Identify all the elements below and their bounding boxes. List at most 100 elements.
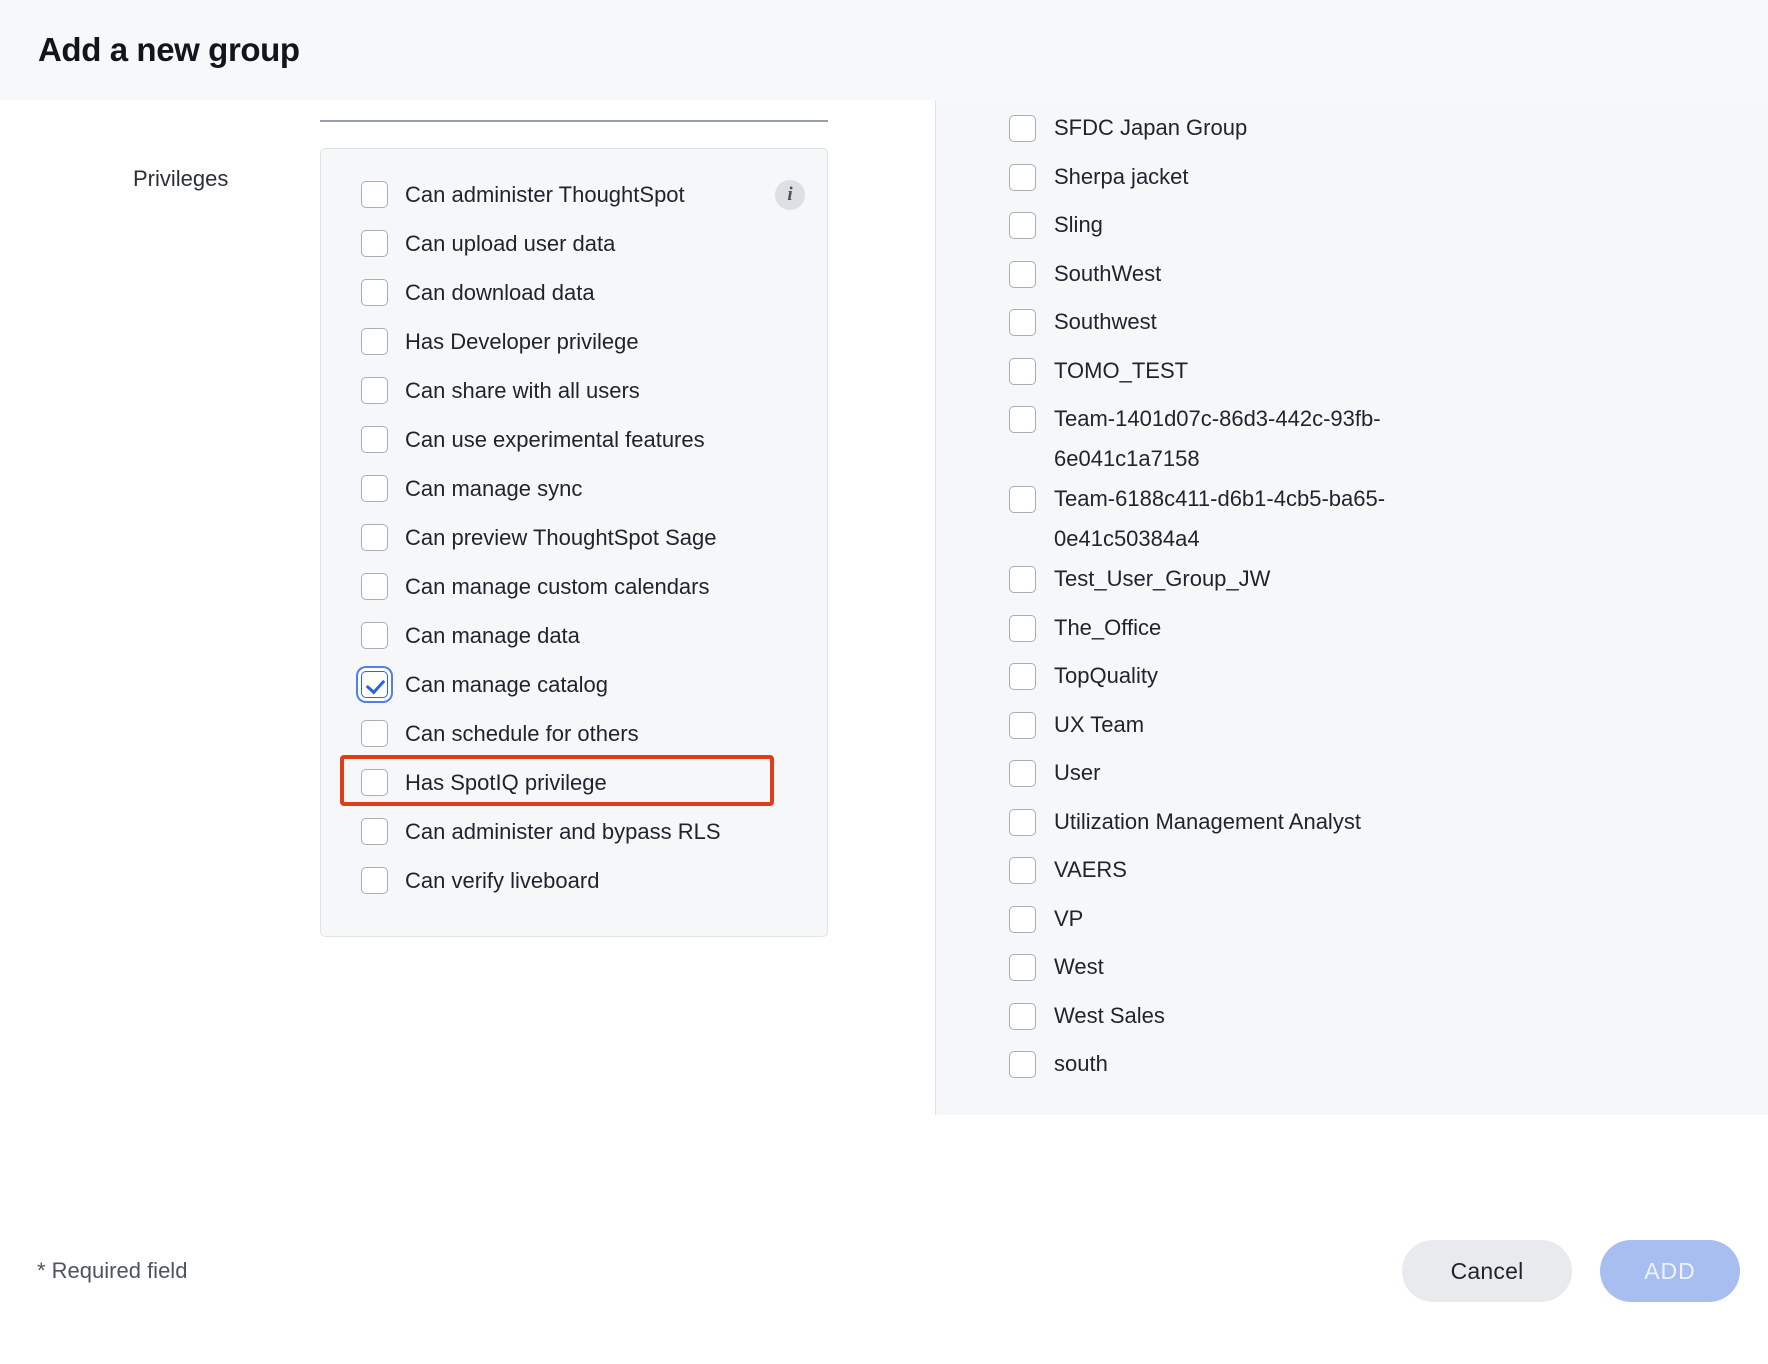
dialog-footer: * Required field Cancel ADD [0,1115,1768,1364]
privilege-checkbox[interactable] [361,475,388,502]
group-row[interactable]: SouthWest [936,254,1768,303]
privilege-checkbox[interactable] [361,328,388,355]
privilege-checkbox[interactable] [361,769,388,796]
cancel-button[interactable]: Cancel [1402,1240,1572,1302]
privilege-row[interactable]: Can share with all users [321,371,827,420]
privilege-label: Can use experimental features [405,427,705,452]
group-label: West [1054,954,1104,979]
privilege-checkbox[interactable] [361,818,388,845]
group-label: Sling [1054,212,1103,237]
privilege-checkbox[interactable] [361,181,388,208]
group-checkbox[interactable] [1009,406,1036,433]
group-row[interactable]: West Sales [936,996,1768,1045]
privilege-label: Can manage catalog [405,672,609,697]
group-row[interactable]: VAERS [936,850,1768,899]
group-label: TOMO_TEST [1054,357,1189,383]
privileges-label: Privileges [133,166,229,191]
info-icon[interactable]: i [775,180,805,210]
privilege-label: Can download data [405,280,595,305]
group-checkbox[interactable] [1009,163,1036,191]
group-row[interactable]: Team-6188c411-d6b1-4cb5-ba65-0e41c50384a… [936,479,1768,559]
group-label: TopQuality [1054,663,1158,688]
groups-panel[interactable]: SFDC Japan Group Sherpa jacket Sling SouthW… [935,100,1768,1115]
group-checkbox[interactable] [1009,309,1036,336]
group-row[interactable]: VP [936,899,1768,948]
previous-field-input[interactable] [320,100,828,122]
group-row[interactable]: User [936,753,1768,802]
privilege-row[interactable]: Can upload user data [321,224,827,273]
group-row[interactable]: UX Team [936,705,1768,754]
group-row[interactable]: West [936,947,1768,996]
group-checkbox[interactable] [1009,614,1036,642]
form-column: Privileges Can administer ThoughtSpot i Ca… [0,100,935,1115]
group-row[interactable]: Team-1401d07c-86d3-442c-93fb-6e041c1a715… [936,399,1768,479]
group-row[interactable]: Sherpa jacket [936,157,1768,206]
group-row[interactable]: Southwest [936,302,1768,351]
group-checkbox[interactable] [1009,905,1036,933]
privilege-checkbox[interactable] [361,671,388,698]
privilege-row[interactable]: Can schedule for others [321,714,827,763]
privilege-row[interactable]: Can verify liveboard [321,861,827,910]
privilege-checkbox[interactable] [361,377,388,404]
privilege-row[interactable]: Can manage sync [321,469,827,518]
group-checkbox[interactable] [1009,1051,1036,1078]
privilege-row[interactable]: Can preview ThoughtSpot Sage [321,518,827,567]
group-row[interactable]: Test_User_Group_JW [936,559,1768,608]
group-checkbox[interactable] [1009,1002,1036,1030]
group-row[interactable]: south [936,1044,1768,1093]
group-row[interactable]: The_Office [936,608,1768,657]
group-checkbox[interactable] [1009,357,1036,385]
add-button[interactable]: ADD [1600,1240,1740,1302]
privilege-row[interactable]: Has Developer privilege [321,322,827,371]
privilege-checkbox[interactable] [361,622,388,649]
group-label: Southwest [1054,309,1157,334]
privileges-checkbox-group: Can administer ThoughtSpot i Can upload us… [320,148,828,937]
privilege-checkbox[interactable] [361,524,388,551]
page-title: Add a new group [38,30,300,68]
privilege-checkbox[interactable] [361,426,388,453]
group-label: West Sales [1054,1002,1165,1028]
group-checkbox[interactable] [1009,486,1036,513]
group-checkbox[interactable] [1009,663,1036,690]
group-checkbox[interactable] [1009,954,1036,981]
group-checkbox[interactable] [1009,711,1036,739]
group-row[interactable]: Utilization Management Analyst [936,802,1768,851]
privilege-checkbox[interactable] [361,573,388,600]
privilege-row[interactable]: Can use experimental features [321,420,827,469]
privilege-row[interactable]: Can manage custom calendars [321,567,827,616]
privilege-label: Can preview ThoughtSpot Sage [405,525,717,550]
privilege-row[interactable]: Can manage catalog [321,665,827,714]
privilege-row[interactable]: Can download data [321,273,827,322]
privilege-row[interactable]: Has SpotIQ privilege [321,763,827,812]
group-checkbox[interactable] [1009,260,1036,288]
privilege-checkbox[interactable] [361,230,388,257]
group-checkbox[interactable] [1009,212,1036,239]
privilege-checkbox[interactable] [361,279,388,306]
group-label: Utilization Management Analyst [1054,808,1361,834]
group-row[interactable]: TOMO_TEST [936,351,1768,400]
group-checkbox[interactable] [1009,808,1036,836]
group-checkbox[interactable] [1009,566,1036,593]
group-row[interactable]: SFDC Japan Group [936,108,1768,157]
privilege-row[interactable]: Can administer ThoughtSpot i [321,175,827,224]
privilege-label: Can schedule for others [405,721,639,746]
group-label: VP [1054,905,1084,931]
group-label: Sherpa jacket [1054,163,1189,189]
privilege-label: Has Developer privilege [405,329,639,354]
group-checkbox[interactable] [1009,115,1036,142]
group-label: SFDC Japan Group [1054,115,1248,140]
group-checkbox[interactable] [1009,857,1036,884]
privilege-label: Can share with all users [405,378,640,403]
privilege-label: Can manage sync [405,476,583,501]
groups-checkbox-list: SFDC Japan Group Sherpa jacket Sling SouthW… [936,108,1768,1093]
footer-actions: Cancel ADD [1402,1240,1740,1302]
privilege-checkbox[interactable] [361,867,388,894]
group-checkbox[interactable] [1009,760,1036,787]
privilege-label: Has SpotIQ privilege [405,770,607,795]
privilege-row[interactable]: Can administer and bypass RLS [321,812,827,861]
group-row[interactable]: Sling [936,205,1768,254]
group-label: Team-1401d07c-86d3-442c-93fb-6e041c1a715… [1054,406,1381,471]
group-row[interactable]: TopQuality [936,656,1768,705]
privilege-row[interactable]: Can manage data [321,616,827,665]
privilege-checkbox[interactable] [361,720,388,747]
